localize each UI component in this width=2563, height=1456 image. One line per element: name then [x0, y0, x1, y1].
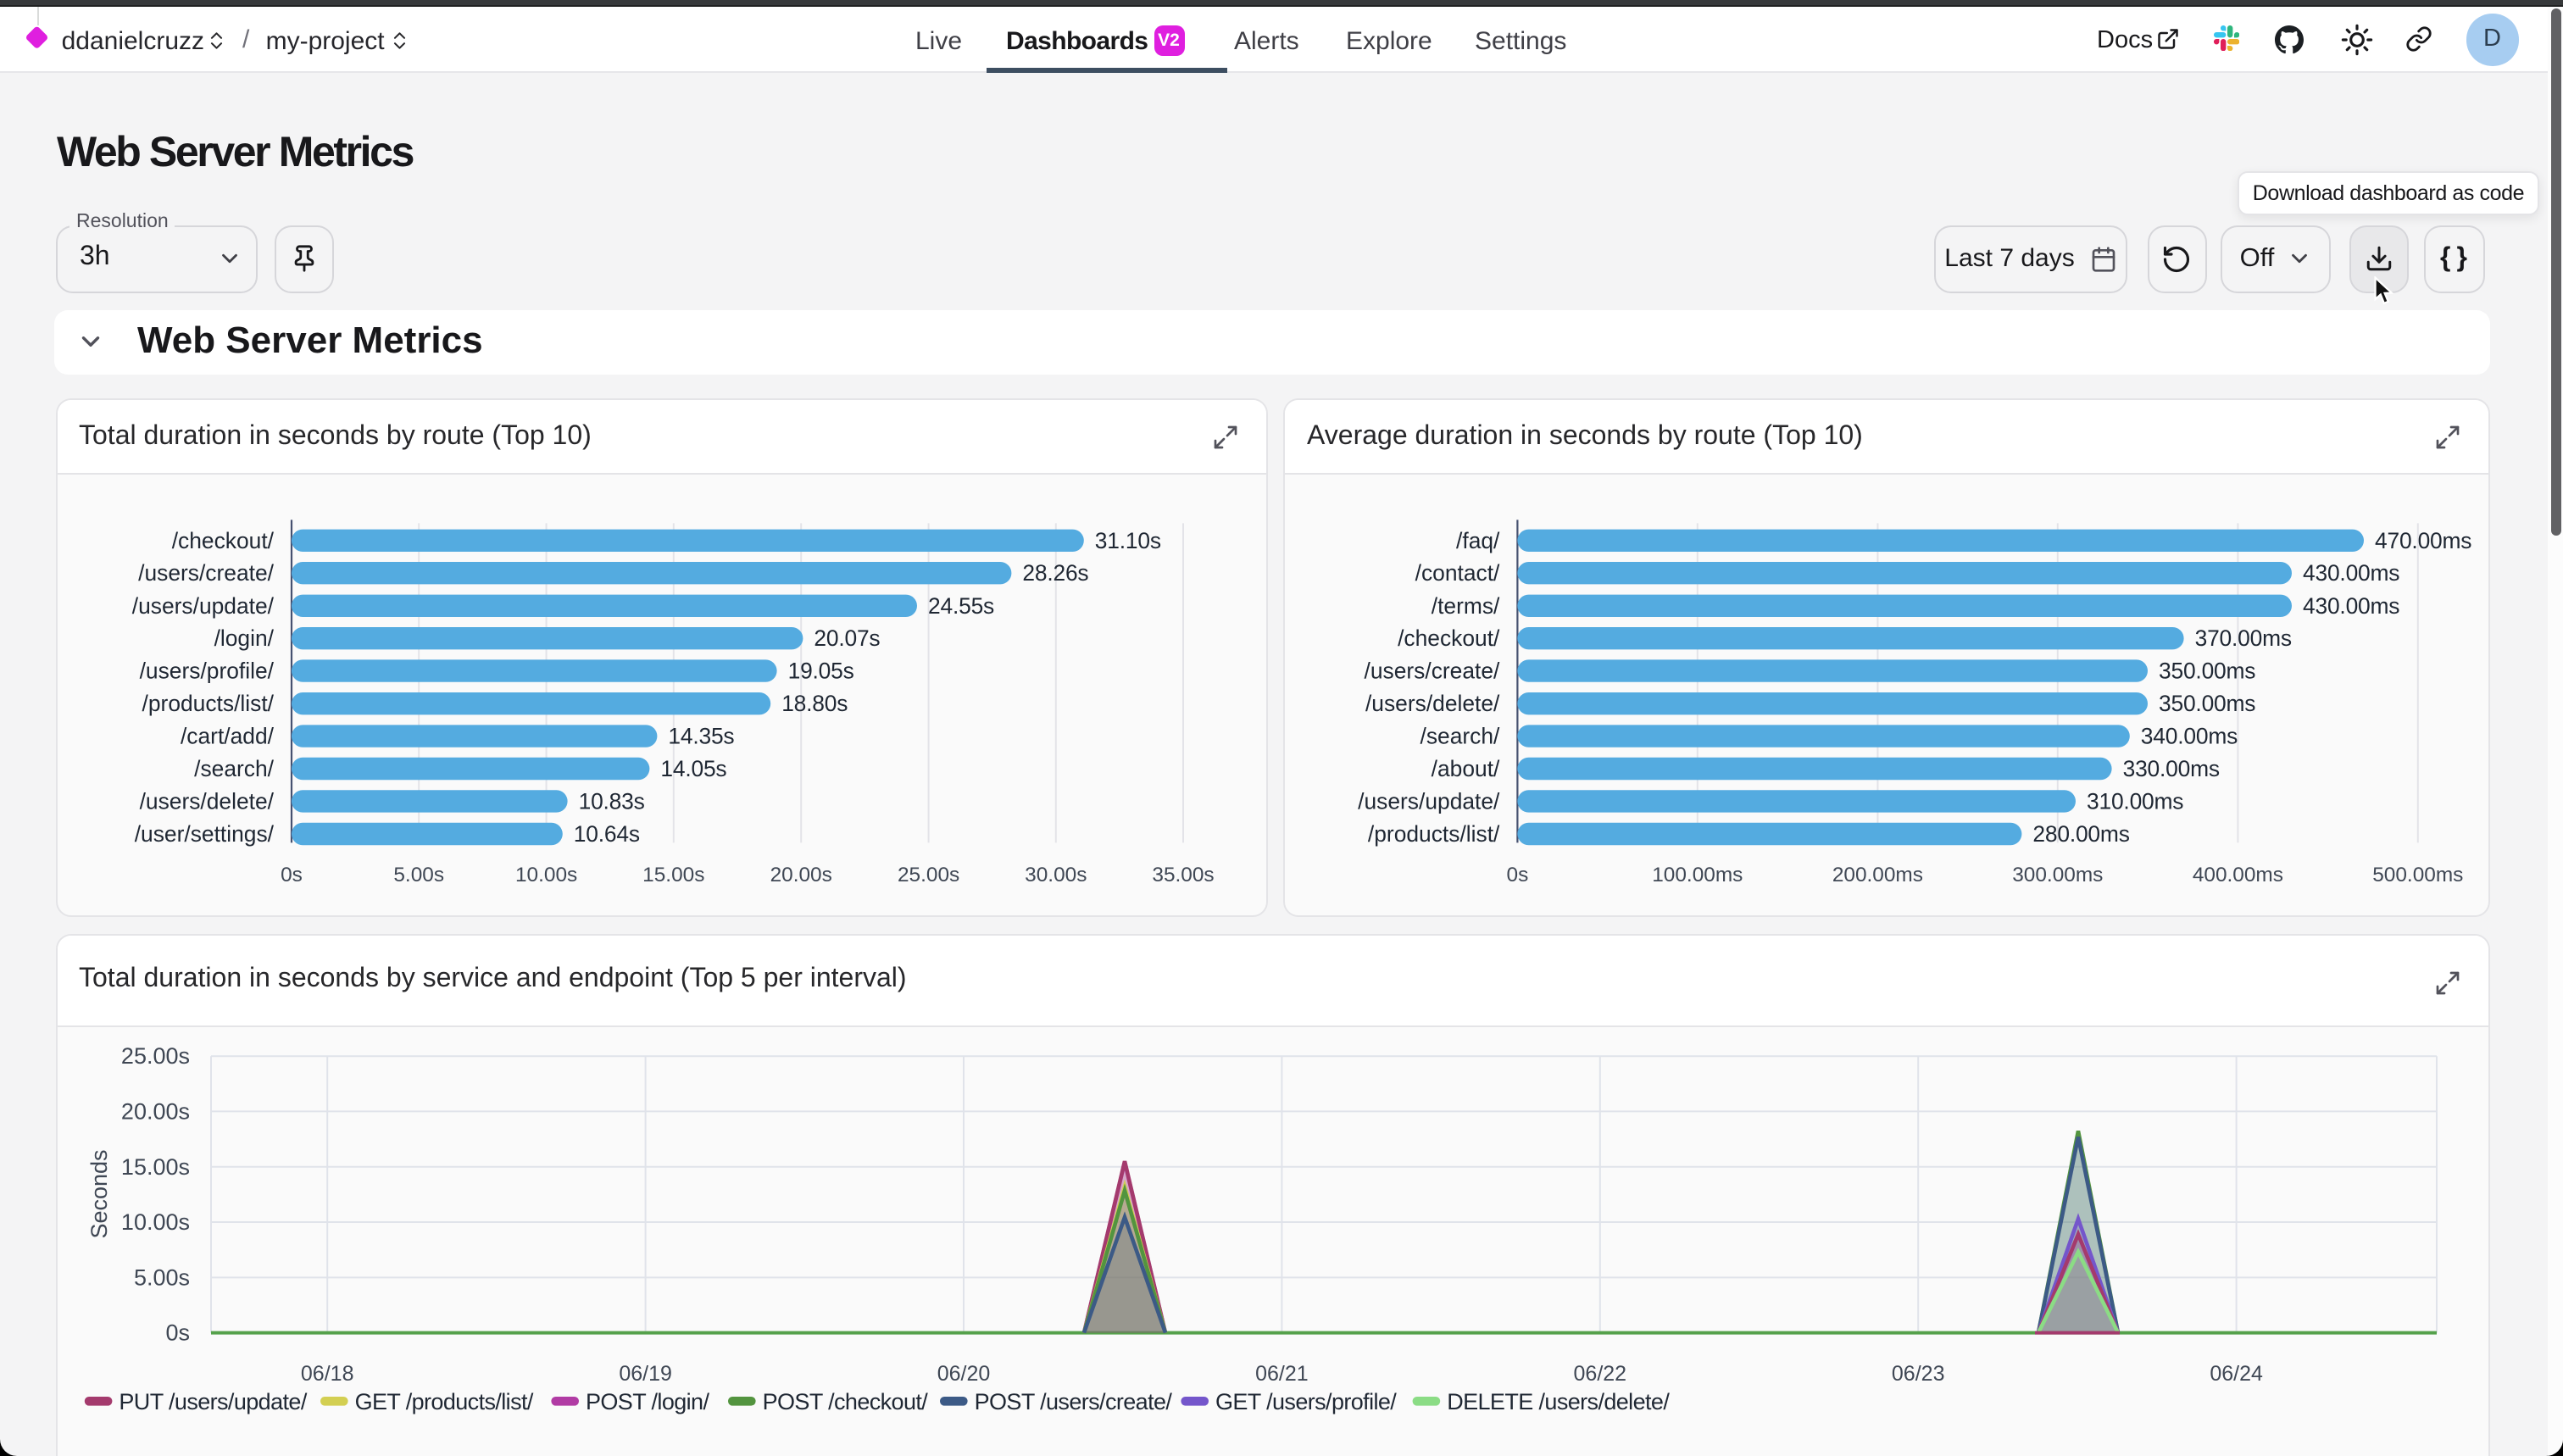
svg-text:15.00s: 15.00s — [642, 864, 703, 886]
svg-text:370.00ms: 370.00ms — [2195, 626, 2292, 652]
svg-text:28.26s: 28.26s — [1021, 561, 1087, 586]
svg-text:/search/: /search/ — [1420, 724, 1501, 749]
svg-text:/users/profile/: /users/profile/ — [139, 659, 274, 684]
svg-text:/contact/: /contact/ — [1415, 561, 1500, 586]
svg-text:20.00s: 20.00s — [770, 864, 831, 886]
svg-text:POST /checkout/: POST /checkout/ — [762, 1388, 928, 1414]
svg-text:35.00s: 35.00s — [1151, 864, 1213, 886]
svg-text:5.00s: 5.00s — [392, 864, 443, 886]
svg-text:06/23: 06/23 — [1891, 1361, 1944, 1385]
svg-text:06/20: 06/20 — [937, 1361, 990, 1385]
svg-text:06/22: 06/22 — [1573, 1361, 1626, 1385]
svg-text:06/19: 06/19 — [618, 1361, 671, 1385]
svg-text:/users/create/: /users/create/ — [1365, 659, 1501, 684]
svg-text:0s: 0s — [164, 1320, 189, 1345]
svg-text:340.00ms: 340.00ms — [2141, 724, 2238, 749]
svg-text:POST /users/create/: POST /users/create/ — [974, 1388, 1172, 1414]
svg-text:PUT /users/update/: PUT /users/update/ — [118, 1388, 306, 1414]
svg-text:/about/: /about/ — [1432, 757, 1500, 782]
svg-text:100.00ms: 100.00ms — [1652, 864, 1743, 886]
svg-text:430.00ms: 430.00ms — [2303, 593, 2399, 619]
svg-text:06/18: 06/18 — [300, 1361, 353, 1385]
svg-text:10.00s: 10.00s — [514, 864, 576, 886]
svg-text:350.00ms: 350.00ms — [2159, 692, 2255, 717]
svg-text:20.07s: 20.07s — [813, 626, 879, 652]
svg-text:300.00ms: 300.00ms — [2012, 864, 2103, 886]
svg-text:31.10s: 31.10s — [1094, 528, 1160, 553]
svg-text:/faq/: /faq/ — [1456, 528, 1500, 553]
svg-text:24.55s: 24.55s — [927, 593, 993, 619]
svg-text:10.83s: 10.83s — [578, 789, 644, 814]
svg-text:0s: 0s — [1507, 864, 1529, 886]
svg-text:500.00ms: 500.00ms — [2372, 864, 2463, 886]
svg-text:/terms/: /terms/ — [1432, 593, 1500, 619]
svg-text:/products/list/: /products/list/ — [1368, 822, 1500, 847]
svg-text:/user/settings/: /user/settings/ — [134, 822, 274, 847]
svg-text:/users/delete/: /users/delete/ — [1365, 692, 1500, 717]
svg-text:GET /products/list/: GET /products/list/ — [354, 1388, 533, 1414]
svg-text:30.00s: 30.00s — [1024, 864, 1086, 886]
svg-text:DELETE /users/delete/: DELETE /users/delete/ — [1446, 1388, 1669, 1414]
svg-text:310.00ms: 310.00ms — [2087, 789, 2183, 814]
svg-text:POST /login/: POST /login/ — [585, 1388, 709, 1414]
svg-text:/checkout/: /checkout/ — [171, 528, 274, 553]
svg-text:10.00s: 10.00s — [120, 1209, 189, 1234]
svg-text:330.00ms: 330.00ms — [2123, 757, 2220, 782]
svg-text:/users/delete/: /users/delete/ — [139, 789, 274, 814]
svg-text:25.00s: 25.00s — [897, 864, 959, 886]
svg-text:20.00s: 20.00s — [120, 1098, 189, 1123]
svg-text:/cart/add/: /cart/add/ — [180, 724, 274, 749]
svg-text:18.80s: 18.80s — [781, 692, 847, 717]
svg-text:/checkout/: /checkout/ — [1398, 626, 1500, 652]
svg-text:Seconds: Seconds — [86, 1148, 111, 1237]
svg-text:06/21: 06/21 — [1254, 1361, 1308, 1385]
svg-text:/users/update/: /users/update/ — [1358, 789, 1500, 814]
svg-text:350.00ms: 350.00ms — [2159, 659, 2255, 684]
svg-text:200.00ms: 200.00ms — [1832, 864, 1923, 886]
svg-text:/users/create/: /users/create/ — [137, 561, 274, 586]
svg-text:14.05s: 14.05s — [659, 757, 726, 782]
svg-text:/users/update/: /users/update/ — [131, 593, 274, 619]
svg-text:5.00s: 5.00s — [133, 1264, 189, 1289]
svg-text:14.35s: 14.35s — [667, 724, 733, 749]
svg-text:25.00s: 25.00s — [120, 1042, 189, 1068]
svg-text:/products/list/: /products/list/ — [142, 692, 274, 717]
svg-text:430.00ms: 430.00ms — [2303, 561, 2399, 586]
svg-text:19.05s: 19.05s — [787, 659, 853, 684]
svg-text:400.00ms: 400.00ms — [2193, 864, 2283, 886]
svg-text:GET /users/profile/: GET /users/profile/ — [1215, 1388, 1396, 1414]
svg-text:280.00ms: 280.00ms — [2032, 822, 2129, 847]
svg-text:/login/: /login/ — [214, 626, 274, 652]
svg-text:10.64s: 10.64s — [573, 822, 639, 847]
svg-text:06/24: 06/24 — [2209, 1361, 2262, 1385]
svg-text:0s: 0s — [280, 864, 302, 886]
svg-text:/search/: /search/ — [193, 757, 274, 782]
svg-text:470.00ms: 470.00ms — [2375, 528, 2471, 553]
svg-text:15.00s: 15.00s — [120, 1153, 189, 1179]
